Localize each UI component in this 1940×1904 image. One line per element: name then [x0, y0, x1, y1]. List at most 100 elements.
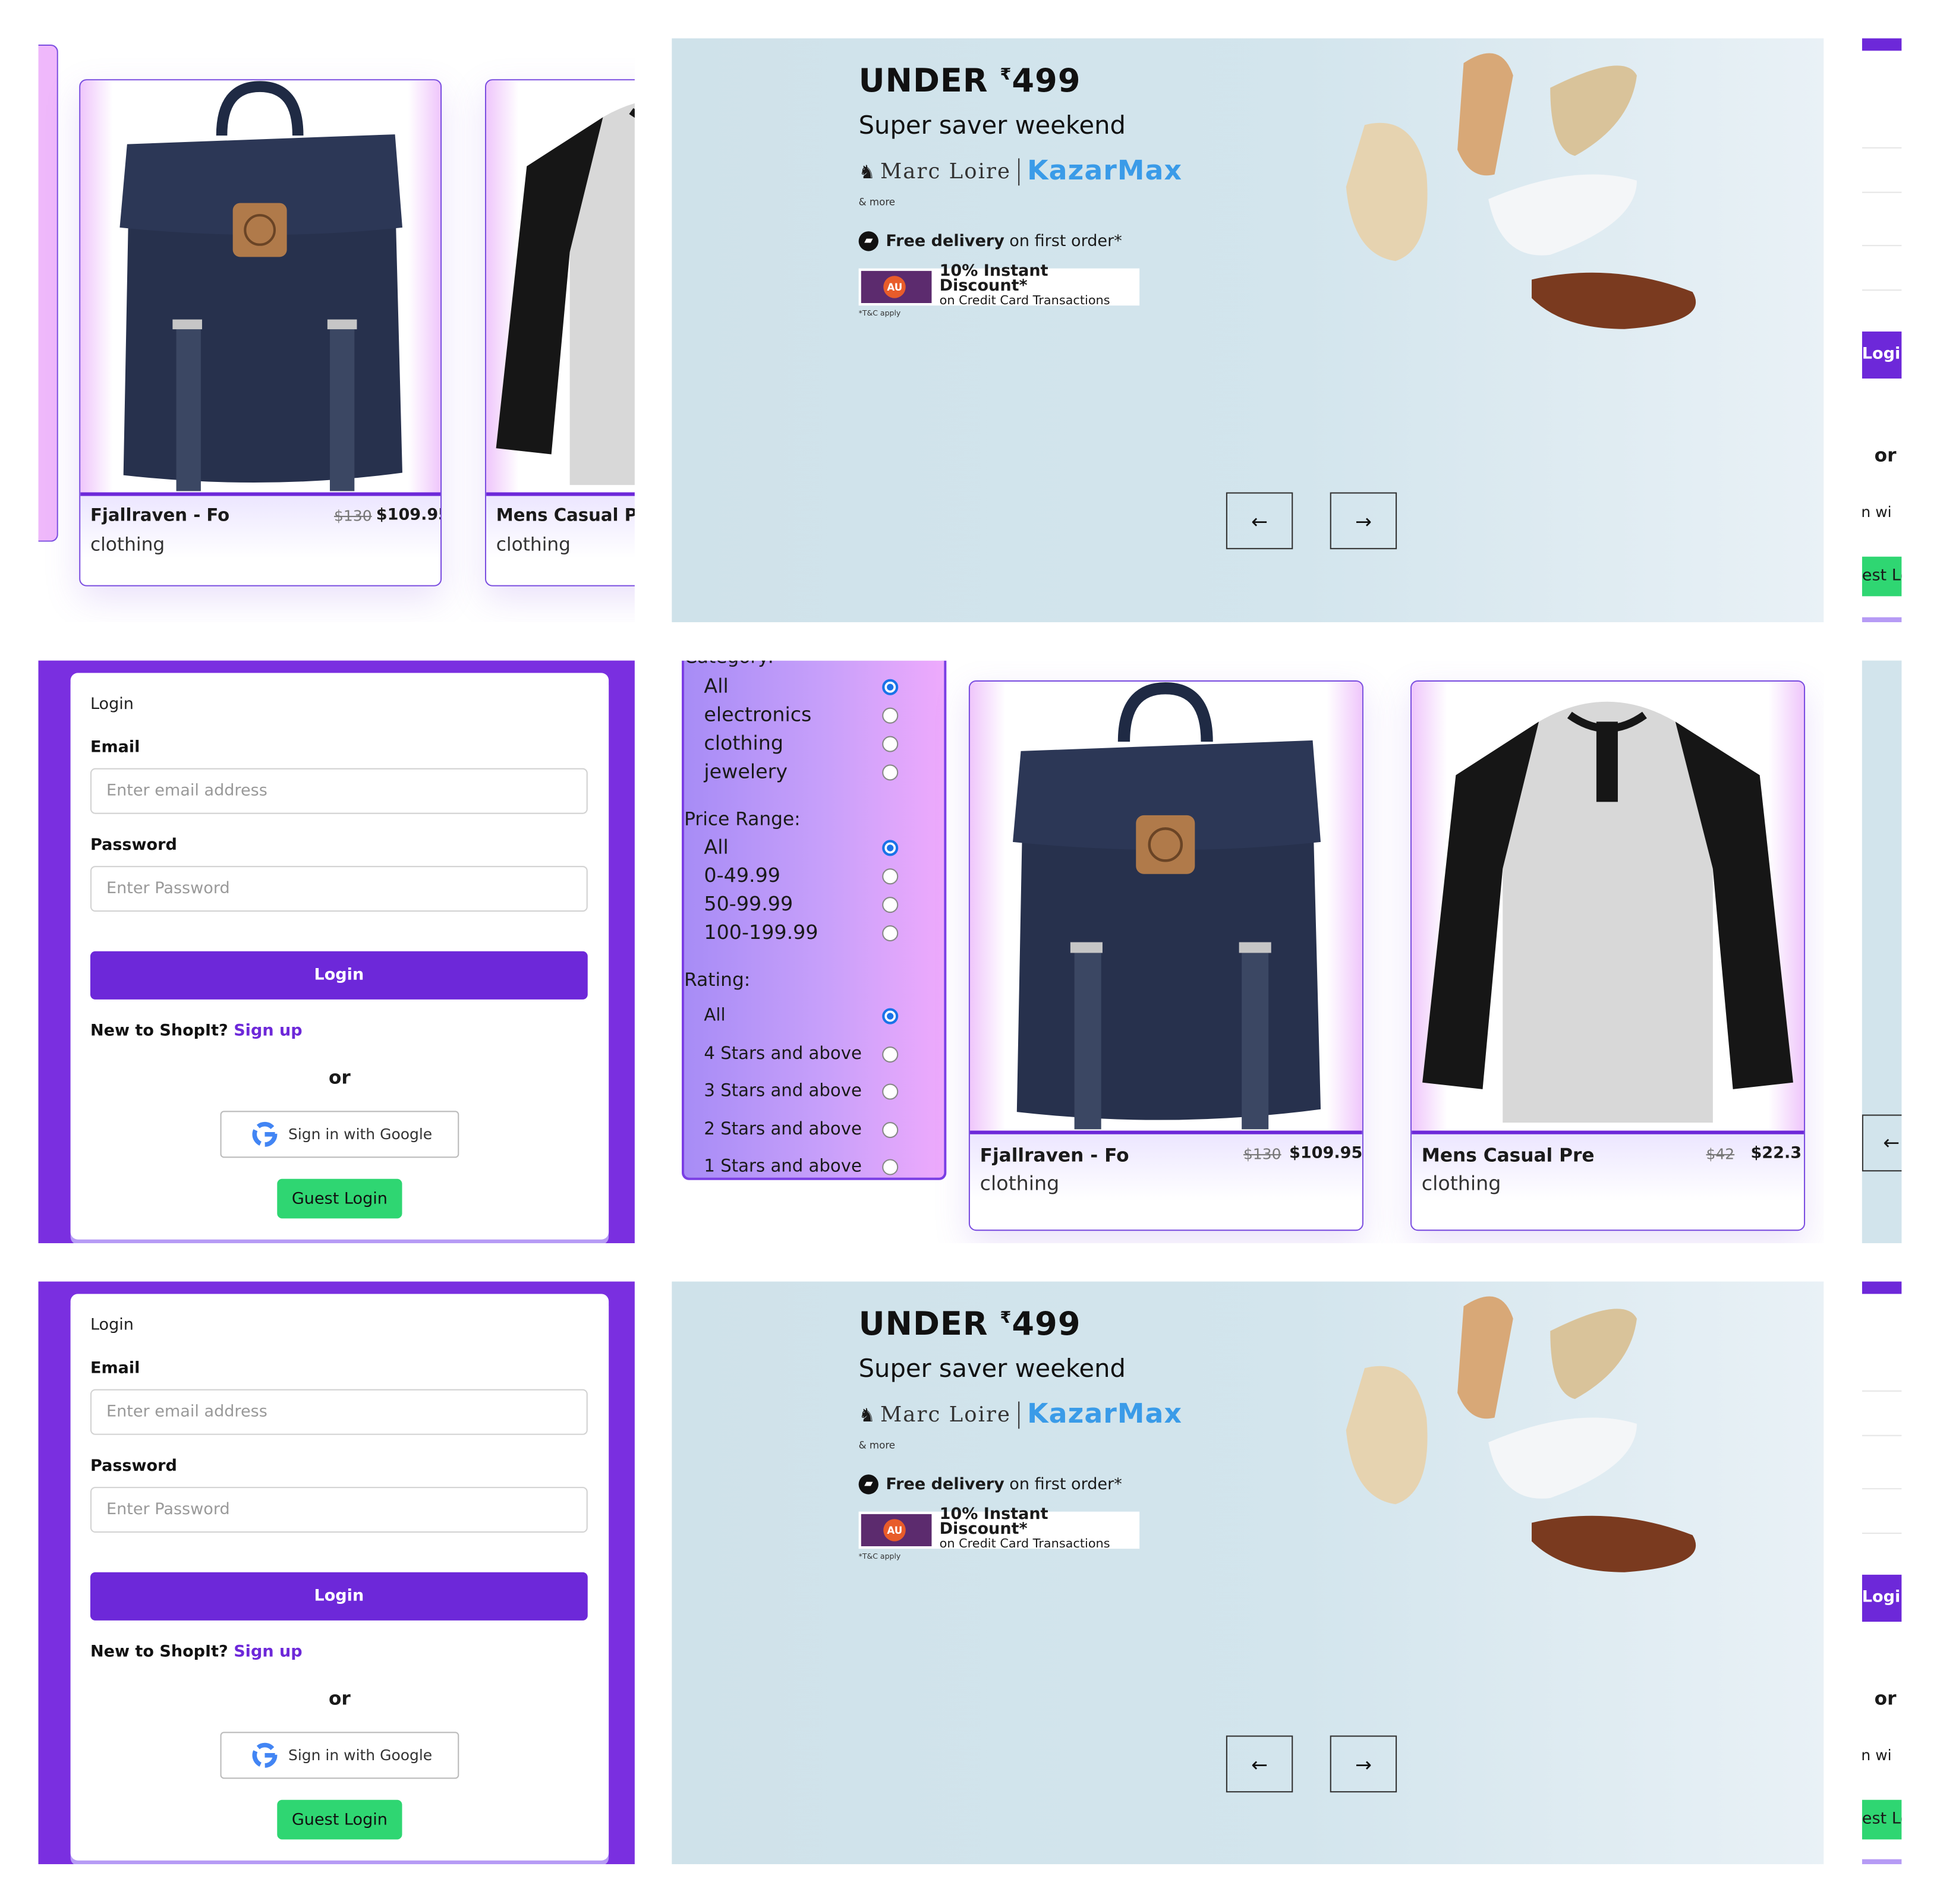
shop-tile-middle: Category: All electronics clothing jewel… [672, 660, 1824, 1244]
sliver-divider [1862, 191, 1902, 193]
price-option[interactable]: 50-99.99 [704, 892, 793, 916]
guest-login-button[interactable]: Guest Login [277, 1799, 402, 1840]
banner-headline: UNDER ₹499 [858, 1306, 1081, 1344]
product-card[interactable]: Mens Casual Pre clothing $42 $22.3 [1410, 680, 1806, 1231]
banner-tc: *T&C apply [858, 309, 901, 318]
banner-brands: ♞ Marc Loire KazarMax [859, 156, 1182, 187]
password-label: Password [90, 836, 177, 855]
password-field[interactable]: Enter Password [90, 1487, 588, 1533]
product-category: clothing [980, 1171, 1060, 1195]
deer-icon: ♞ [858, 160, 875, 183]
password-field[interactable]: Enter Password [90, 866, 588, 912]
shoes-image [1346, 53, 1696, 329]
product-info: Fjallraven - Fo clothing $130 $109.95 [80, 496, 440, 585]
product-title: Fjallraven - Fo [980, 1144, 1129, 1167]
guest-login-button[interactable]: Guest Login [277, 1178, 402, 1219]
google-signin-button[interactable]: Sign in with Google [220, 1111, 459, 1158]
brand-divider [1018, 157, 1020, 185]
category-radio[interactable] [882, 679, 899, 695]
product-card[interactable]: Fjallraven - Fo clothing $130 $109.95 [968, 680, 1363, 1231]
product-image [80, 80, 441, 496]
signup-link[interactable]: Sign up [234, 1022, 302, 1040]
login-form: Login Email Enter email address Password… [70, 1294, 609, 1861]
price-radio[interactable] [882, 868, 899, 885]
rating-option[interactable]: All [704, 1005, 725, 1025]
email-label: Email [90, 1359, 140, 1378]
banner-tc: *T&C apply [858, 1552, 901, 1561]
brand-divider [1018, 1401, 1020, 1429]
product-price: $109.95 [376, 506, 440, 525]
promo-banner-top: UNDER ₹499 Super saver weekend ♞ Marc Lo… [672, 38, 1824, 623]
rating-radio[interactable] [882, 1122, 899, 1139]
price-option[interactable]: 0-49.99 [704, 863, 780, 887]
sliver-divider [1862, 1533, 1902, 1534]
login-title: Login [90, 695, 134, 714]
banner-delivery: ▰ Free delivery on first order* [858, 1474, 1122, 1495]
product-old-price: $130 [1243, 1145, 1281, 1163]
google-icon [252, 1121, 278, 1147]
sliver-bottom-bar [1862, 617, 1902, 623]
sliver-prev-button[interactable]: ← [1862, 1114, 1902, 1172]
price-radio[interactable] [882, 840, 899, 856]
banner-headline: UNDER ₹499 [858, 63, 1081, 100]
sliver-guest-button[interactable]: est Lo [1862, 556, 1902, 597]
password-label: Password [90, 1457, 177, 1476]
banner-discount: AU 10% Instant Discount* on Credit Card … [858, 263, 1140, 308]
bank-logo: AU [861, 270, 933, 303]
signup-link[interactable]: Sign up [234, 1643, 302, 1661]
sliver-google-button[interactable]: in wi [1862, 1747, 1892, 1764]
discount-line-2: on Credit Card Transactions [939, 294, 1110, 308]
raglan-shirt-image [1422, 701, 1793, 1123]
login-button[interactable]: Login [90, 1572, 588, 1621]
brand-marc-loire: Marc Loire [880, 1402, 1012, 1427]
rating-radio[interactable] [882, 1159, 899, 1175]
rating-option[interactable]: 4 Stars and above [704, 1044, 861, 1064]
banner-discount: AU 10% Instant Discount* on Credit Card … [858, 1506, 1140, 1551]
category-option[interactable]: jewelery [704, 759, 788, 783]
sliver-guest-button[interactable]: est Lo [1862, 1799, 1902, 1840]
product-category: clothing [496, 533, 571, 556]
previous-card-edge [38, 44, 58, 542]
category-radio[interactable] [882, 736, 899, 752]
price-radio[interactable] [882, 925, 899, 942]
price-option[interactable]: All [704, 835, 728, 859]
price-radio[interactable] [882, 897, 899, 913]
login-tile-middle: Login Email Enter email address Password… [38, 660, 635, 1244]
sliver-login-button[interactable]: Logi [1862, 331, 1902, 379]
rating-radio[interactable] [882, 1046, 899, 1063]
product-old-price: $130 [334, 507, 372, 525]
backpack-image [1013, 682, 1321, 1130]
next-slide-button[interactable]: → [1330, 1735, 1397, 1793]
next-slide-button[interactable]: → [1330, 492, 1397, 550]
category-option[interactable]: All [704, 674, 728, 698]
truck-icon: ▰ [858, 1474, 878, 1495]
google-signin-button[interactable]: Sign in with Google [220, 1732, 459, 1779]
category-radio[interactable] [882, 707, 899, 724]
email-field[interactable]: Enter email address [90, 1389, 588, 1435]
rating-radio[interactable] [882, 1083, 899, 1100]
email-label: Email [90, 738, 140, 757]
product-card[interactable]: Fjallraven - Fo clothing $130 $109.95 [79, 79, 442, 587]
banner-subtitle: Super saver weekend [858, 110, 1126, 140]
promo-banner-bottom: UNDER ₹499 Super saver weekend ♞ Marc Lo… [672, 1281, 1824, 1864]
price-option[interactable]: 100-199.99 [704, 921, 818, 944]
category-option[interactable]: clothing [704, 731, 783, 755]
category-radio[interactable] [882, 764, 899, 781]
sliver-google-button[interactable]: in wi [1862, 503, 1892, 521]
prev-slide-button[interactable]: ← [1226, 492, 1293, 550]
product-price: $109.95 [1289, 1144, 1363, 1163]
product-card[interactable]: Mens Casual Pre clothing [484, 79, 635, 587]
category-option[interactable]: electronics [704, 702, 811, 726]
collage: Fjallraven - Fo clothing $130 $109.95 Me… [0, 0, 1940, 1904]
email-field[interactable]: Enter email address [90, 768, 588, 814]
product-title: Mens Casual Pre [1421, 1144, 1595, 1167]
rating-option[interactable]: 2 Stars and above [704, 1120, 861, 1139]
rating-radio[interactable] [882, 1008, 899, 1024]
rating-option[interactable]: 1 Stars and above [704, 1156, 861, 1176]
sliver-login-button[interactable]: Logi [1862, 1574, 1902, 1622]
rating-option[interactable]: 3 Stars and above [704, 1081, 861, 1101]
prev-slide-button[interactable]: ← [1226, 1735, 1293, 1793]
discount-line-1: 10% Instant Discount* [939, 1505, 1048, 1539]
login-button[interactable]: Login [90, 951, 588, 1000]
sliver-header-bar [1862, 1281, 1902, 1294]
